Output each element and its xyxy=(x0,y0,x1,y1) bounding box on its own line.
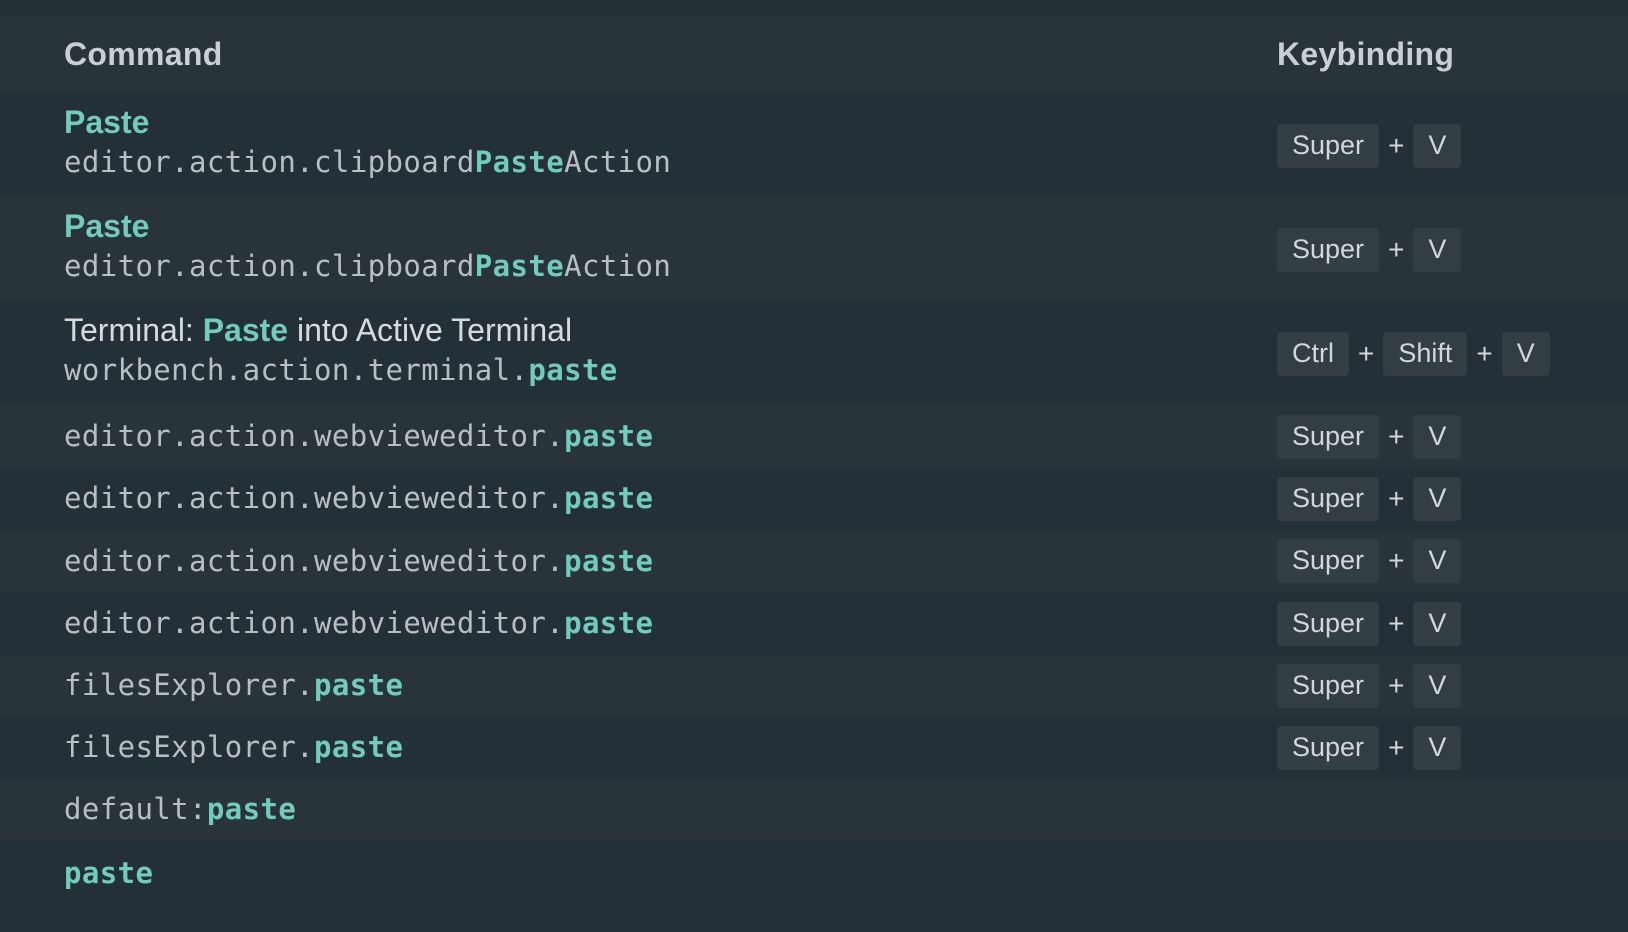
keybindings-table: Command Keybinding Paste editor.action.c… xyxy=(0,0,1628,932)
command-title: Paste xyxy=(64,102,671,142)
keybinding[interactable]: Ctrl + Shift + V xyxy=(1277,332,1550,376)
plus-sign: + xyxy=(1388,130,1405,161)
id-prefix: filesExplorer. xyxy=(64,668,315,702)
key-label: Shift xyxy=(1383,332,1468,376)
command-id: editor.action.webvieweditor.paste xyxy=(64,478,653,518)
plus-sign: + xyxy=(1388,483,1405,514)
key-label: Super xyxy=(1277,228,1380,272)
command-id: editor.action.webvieweditor.paste xyxy=(64,541,653,581)
keybinding[interactable]: Super + V xyxy=(1277,124,1462,168)
id-match: Paste xyxy=(474,145,565,179)
command-id: editor.action.clipboardPasteAction xyxy=(64,246,671,286)
command-id: editor.action.webvieweditor.paste xyxy=(64,416,653,456)
key-label: Ctrl xyxy=(1277,332,1349,376)
title-suffix: into Active Terminal xyxy=(288,312,573,348)
table-row[interactable]: editor.action.webvieweditor.paste Super +… xyxy=(0,406,1628,468)
command-id: workbench.action.terminal.paste xyxy=(64,350,618,390)
plus-sign: + xyxy=(1476,338,1493,369)
key-label: Super xyxy=(1277,415,1380,459)
key-label: V xyxy=(1413,602,1462,646)
table-row[interactable]: editor.action.webvieweditor.paste Super +… xyxy=(0,593,1628,655)
id-prefix: editor.action.clipboard xyxy=(64,145,475,179)
column-header-command[interactable]: Command xyxy=(64,36,223,73)
keybinding[interactable]: Super + V xyxy=(1277,477,1462,521)
key-label: V xyxy=(1413,664,1462,708)
keybinding[interactable]: Super + V xyxy=(1277,664,1462,708)
command-id: paste xyxy=(64,853,153,893)
key-label: Super xyxy=(1277,477,1380,521)
id-prefix: editor.action.webvieweditor. xyxy=(64,606,565,640)
id-prefix: workbench.action.terminal. xyxy=(64,353,529,387)
plus-sign: + xyxy=(1388,732,1405,763)
id-prefix: default: xyxy=(64,792,207,826)
id-match: paste xyxy=(528,353,618,387)
id-match: paste xyxy=(564,544,654,578)
plus-sign: + xyxy=(1358,338,1375,369)
keybinding[interactable]: Super + V xyxy=(1277,539,1462,583)
id-prefix: filesExplorer. xyxy=(64,730,315,764)
key-label: V xyxy=(1413,228,1462,272)
plus-sign: + xyxy=(1388,234,1405,265)
table-header: Command Keybinding xyxy=(0,15,1628,94)
command-title: Terminal: Paste into Active Terminal xyxy=(64,310,618,350)
id-match: paste xyxy=(64,856,154,890)
keybinding[interactable]: Super + V xyxy=(1277,228,1462,272)
column-header-keybinding[interactable]: Keybinding xyxy=(1277,36,1454,73)
title-match: Paste xyxy=(202,312,289,348)
id-match: Paste xyxy=(474,249,565,283)
key-label: V xyxy=(1413,477,1462,521)
table-row[interactable]: editor.action.webvieweditor.paste Super +… xyxy=(0,468,1628,530)
table-row[interactable]: Paste editor.action.clipboardPasteAction… xyxy=(0,94,1628,198)
plus-sign: + xyxy=(1388,608,1405,639)
table-row[interactable]: paste xyxy=(0,841,1628,932)
command-id: editor.action.clipboardPasteAction xyxy=(64,142,671,182)
key-label: Super xyxy=(1277,664,1380,708)
title-match: Paste xyxy=(64,104,150,140)
id-prefix: editor.action.webvieweditor. xyxy=(64,481,565,515)
id-prefix: editor.action.webvieweditor. xyxy=(64,419,565,453)
table-row[interactable]: Paste editor.action.clipboardPasteAction… xyxy=(0,198,1628,302)
id-match: paste xyxy=(314,668,404,702)
command-id: filesExplorer.paste xyxy=(64,665,403,705)
id-suffix: Action xyxy=(564,145,672,179)
id-match: paste xyxy=(564,481,654,515)
plus-sign: + xyxy=(1388,545,1405,576)
table-row[interactable]: editor.action.webvieweditor.paste Super +… xyxy=(0,530,1628,593)
key-label: Super xyxy=(1277,726,1380,770)
key-label: Super xyxy=(1277,124,1380,168)
id-suffix: Action xyxy=(564,249,672,283)
table-row[interactable]: default:paste xyxy=(0,779,1628,841)
plus-sign: + xyxy=(1388,670,1405,701)
table-row[interactable]: filesExplorer.paste Super + V xyxy=(0,717,1628,779)
table-row[interactable]: filesExplorer.paste Super + V xyxy=(0,655,1628,717)
key-label: V xyxy=(1413,415,1462,459)
command-title: Paste xyxy=(64,206,671,246)
id-match: paste xyxy=(564,419,654,453)
title-match: Paste xyxy=(64,208,150,244)
table-row[interactable]: Terminal: Paste into Active Terminal wor… xyxy=(0,302,1628,406)
keybinding[interactable]: Super + V xyxy=(1277,726,1462,770)
keybinding[interactable]: Super + V xyxy=(1277,415,1462,459)
plus-sign: + xyxy=(1388,421,1405,452)
key-label: V xyxy=(1413,726,1462,770)
command-id: filesExplorer.paste xyxy=(64,727,403,767)
id-match: paste xyxy=(564,606,654,640)
keybinding[interactable]: Super + V xyxy=(1277,602,1462,646)
command-id: editor.action.webvieweditor.paste xyxy=(64,603,653,643)
command-id: default:paste xyxy=(64,789,296,829)
id-match: paste xyxy=(314,730,404,764)
key-label: Super xyxy=(1277,602,1380,646)
key-label: Super xyxy=(1277,539,1380,583)
key-label: V xyxy=(1413,124,1462,168)
key-label: V xyxy=(1413,539,1462,583)
id-match: paste xyxy=(206,792,297,826)
id-prefix: editor.action.clipboard xyxy=(64,249,475,283)
key-label: V xyxy=(1501,332,1550,376)
id-prefix: editor.action.webvieweditor. xyxy=(64,544,565,578)
title-prefix: Terminal: xyxy=(64,312,203,348)
